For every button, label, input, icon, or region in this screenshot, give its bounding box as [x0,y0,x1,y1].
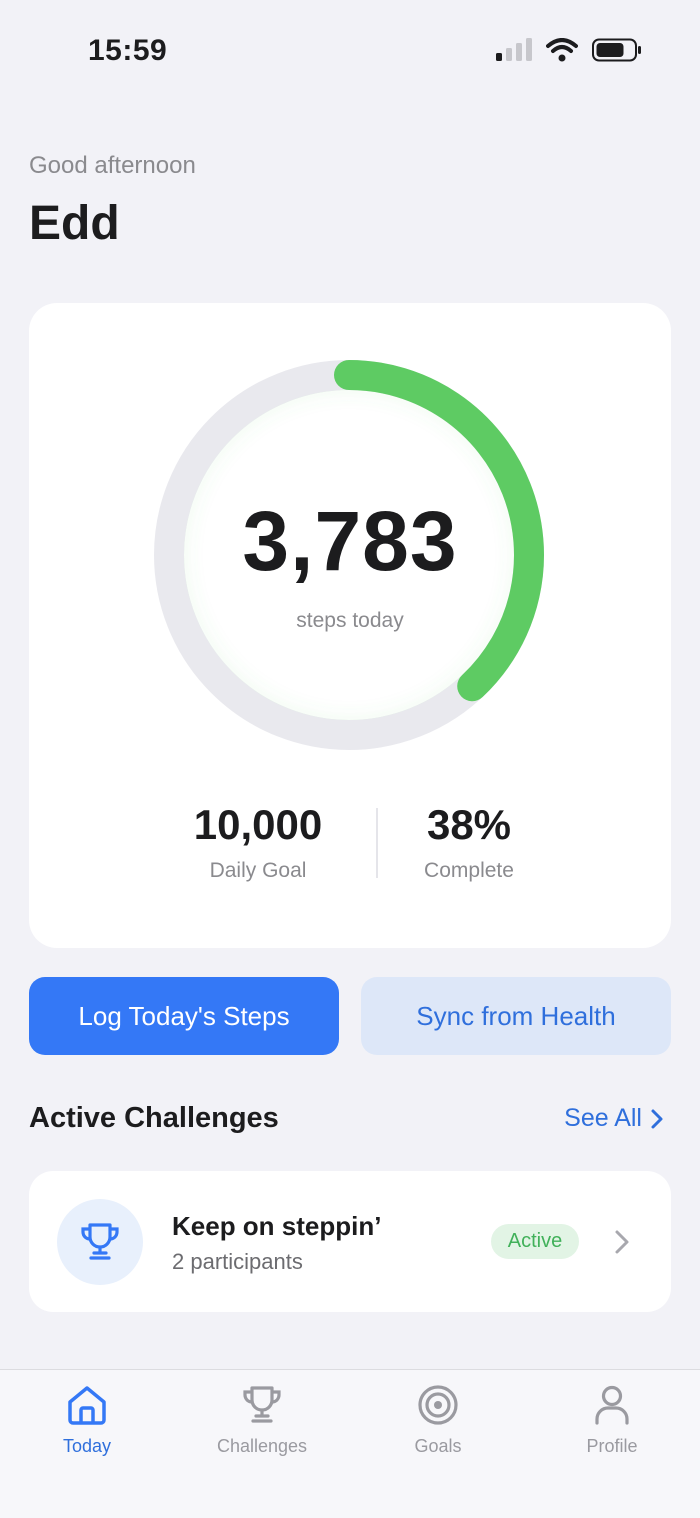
challenge-name: Keep on steppin’ [172,1211,382,1241]
tab-goals[interactable]: Goals [358,1382,518,1457]
challenge-participants: 2 participants [172,1249,303,1274]
home-icon [68,1386,106,1425]
challenge-avatar [57,1199,143,1285]
see-all-label: See All [564,1104,642,1132]
daily-goal-value: 10,000 [193,801,323,848]
battery-icon [592,38,641,62]
active-challenges-title: Active Challenges [29,1102,279,1134]
tab-profile-label: Profile [586,1436,638,1456]
tab-today[interactable]: Today [7,1382,167,1457]
steps-caption: steps today [296,609,404,632]
daily-goal-label: Daily Goal [209,859,307,882]
steps-card: 3,783 steps today 10,000 Daily Goal 38% … [29,303,671,948]
greeting-text: Good afternoon [29,152,196,179]
person-icon [595,1385,629,1425]
steps-count: 3,783 [242,494,458,588]
tab-goals-label: Goals [414,1436,462,1456]
target-icon [418,1385,458,1425]
trophy-icon [243,1386,281,1423]
see-all-link[interactable]: See All [564,1104,664,1133]
tab-bar: Today Challenges Goals Profile [0,1369,700,1518]
chevron-right-icon [615,1230,629,1254]
tab-challenges-label: Challenges [216,1436,308,1456]
sync-health-button[interactable]: Sync from Health [361,977,671,1055]
complete-stat: 38% Complete [369,801,569,883]
status-icons [496,38,642,62]
log-steps-button[interactable]: Log Today's Steps [29,977,339,1055]
complete-percent-value: 38% [426,801,512,848]
status-badge: Active [491,1224,579,1259]
tab-challenges[interactable]: Challenges [182,1382,342,1457]
trophy-icon [81,1223,119,1260]
complete-label: Complete [424,859,514,882]
tab-profile[interactable]: Profile [532,1382,692,1457]
tab-today-label: Today [62,1436,112,1456]
wifi-icon [546,38,578,62]
status-bar: 15:59 [0,0,700,100]
daily-goal-stat: 10,000 Daily Goal [158,801,358,883]
cellular-signal-icon [496,38,532,61]
chevron-right-icon [651,1109,663,1128]
status-time: 15:59 [88,34,168,67]
challenge-row[interactable]: Keep on steppin’ 2 participants Active [29,1171,671,1312]
user-name: Edd [29,197,120,250]
